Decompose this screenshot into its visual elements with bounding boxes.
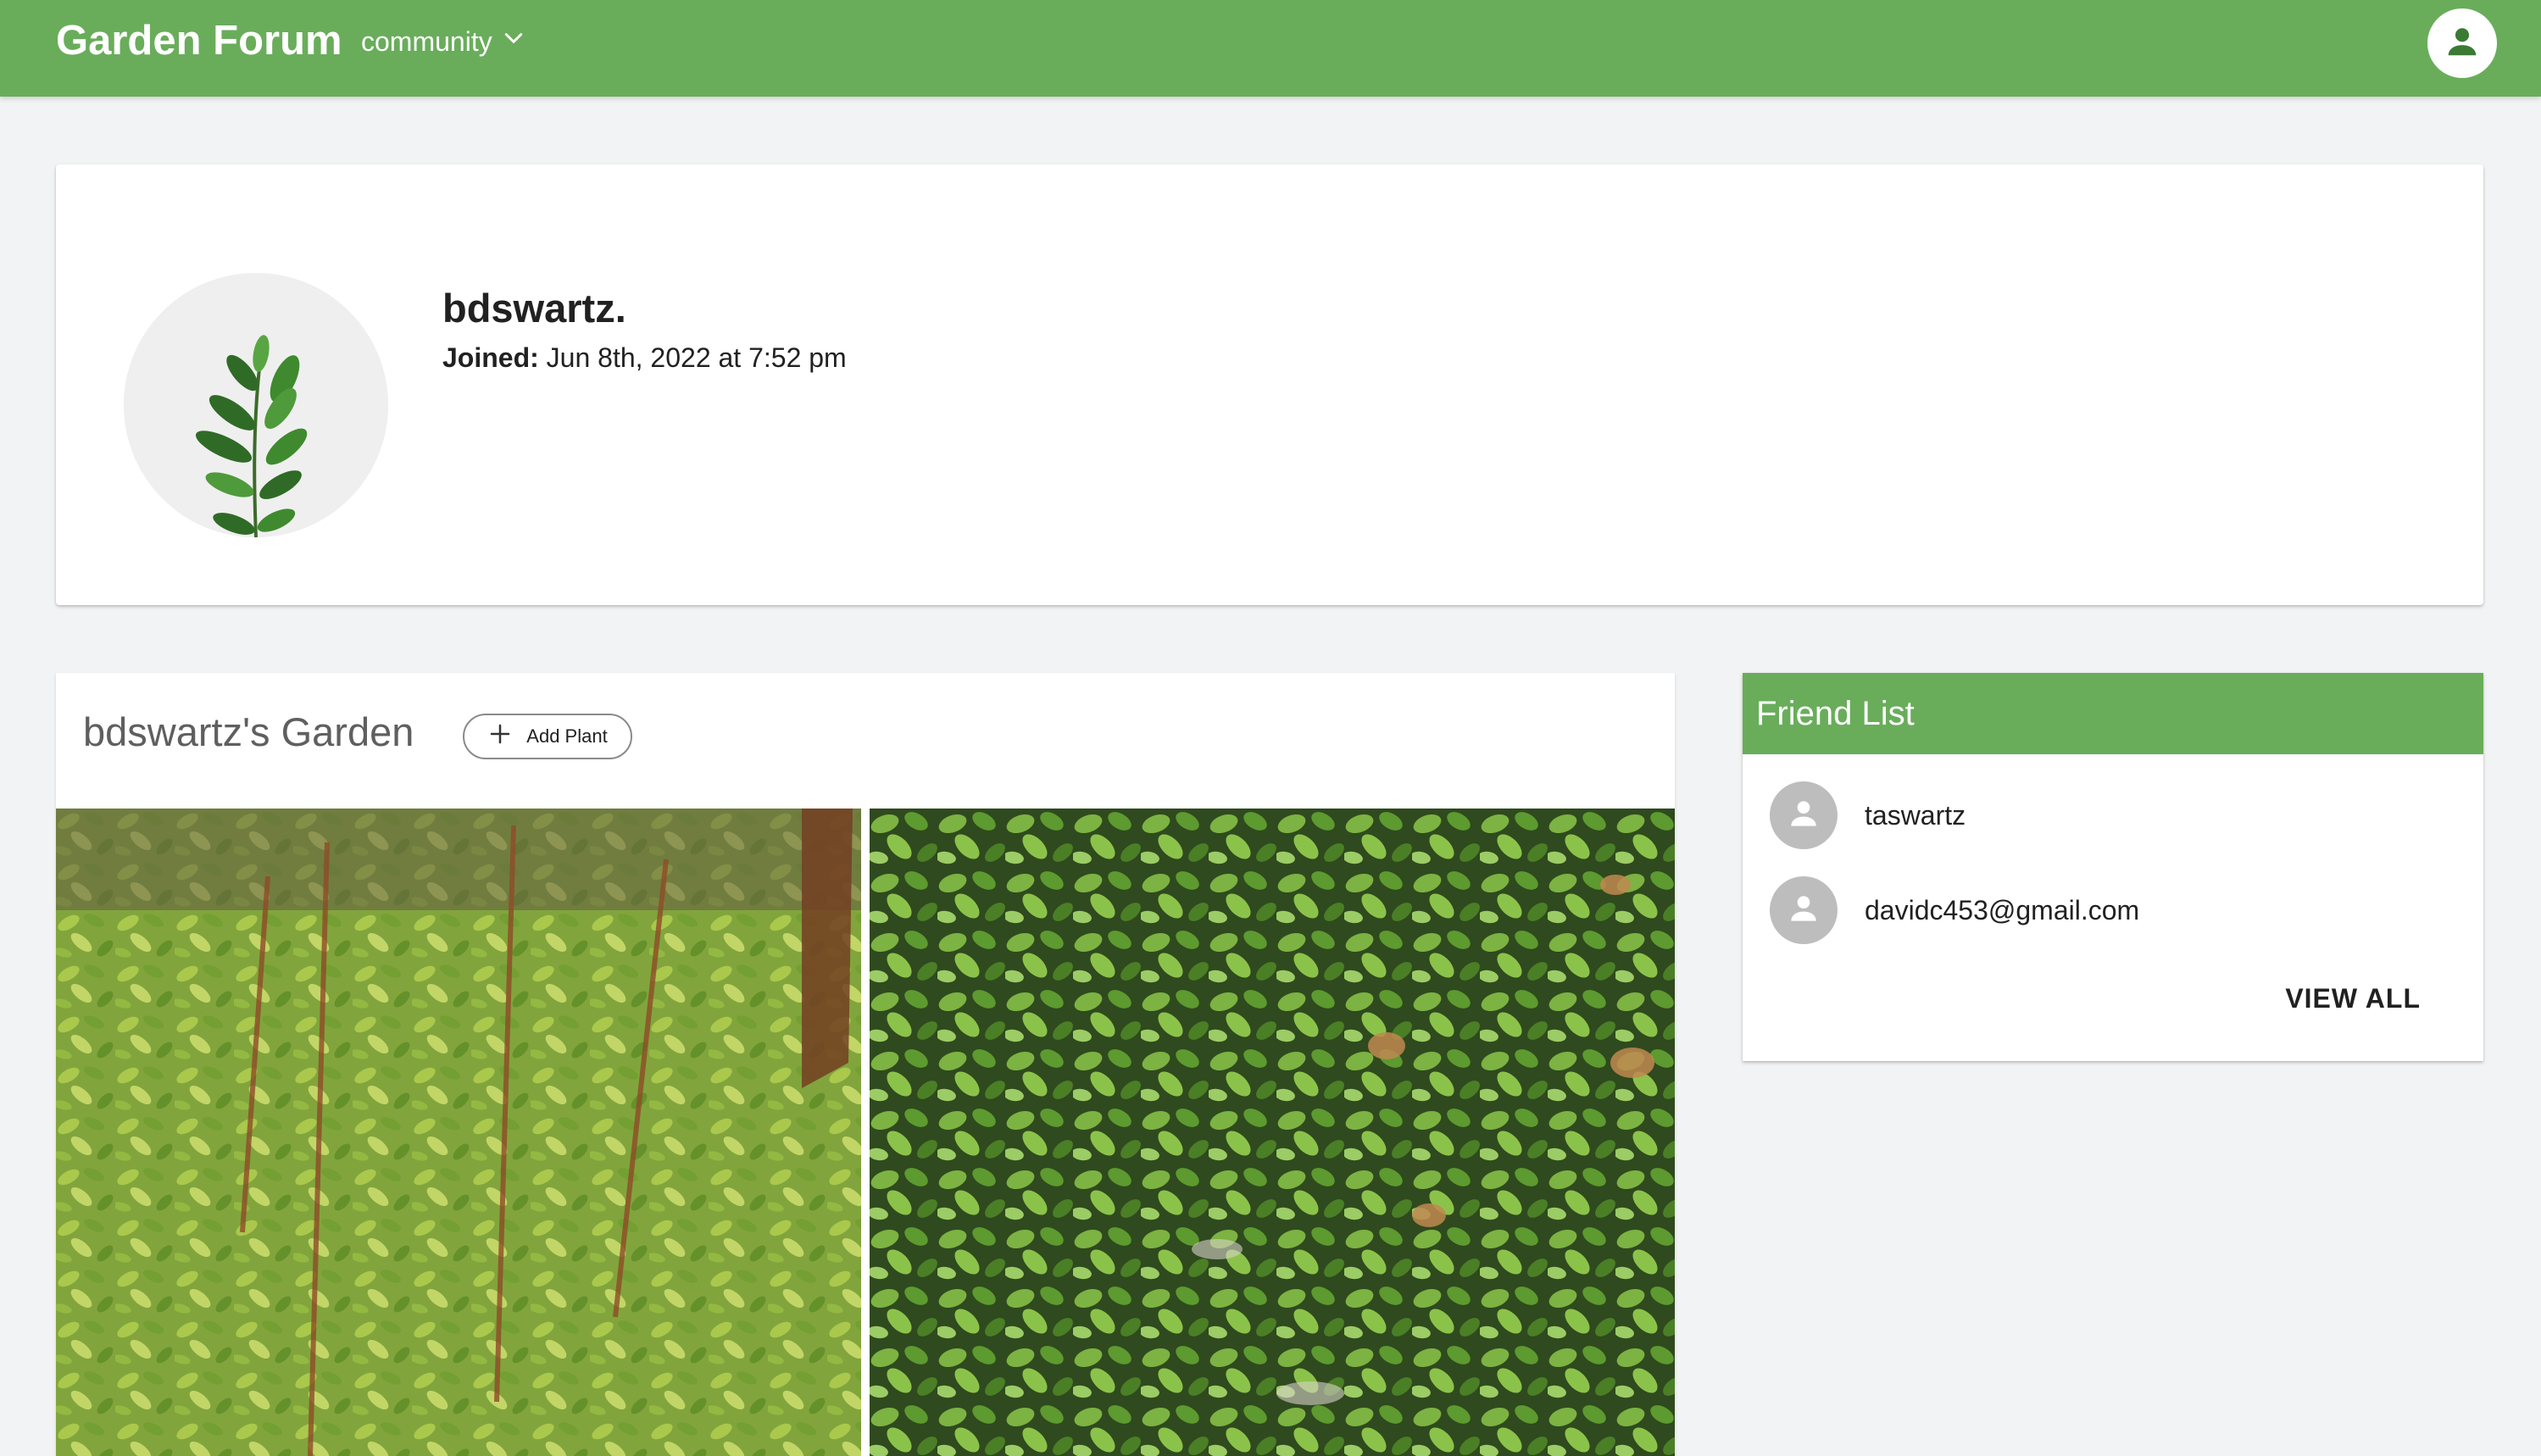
app-bar: Garden Forum community <box>0 0 2541 97</box>
plus-icon <box>487 721 513 752</box>
joined-date: Jun 8th, 2022 at 7:52 pm <box>538 342 847 373</box>
friend-name: davidc453@gmail.com <box>1865 894 2140 925</box>
add-plant-label: Add Plant <box>526 725 608 747</box>
view-all-button[interactable]: VIEW ALL <box>2285 980 2421 1017</box>
person-icon <box>1785 890 1822 931</box>
community-menu-label: community <box>361 26 492 57</box>
garden-card: bdswartz's Garden Add Plant <box>56 673 1675 1456</box>
profile-username: bdswartz. <box>442 286 626 331</box>
chevron-down-icon <box>501 24 526 59</box>
friend-list-header: Friend List <box>1743 673 2483 754</box>
account-button[interactable] <box>2427 8 2497 78</box>
profile-avatar <box>124 273 388 537</box>
friend-list-card: Friend List taswartz davidc453@gmail.com… <box>1743 673 2483 1061</box>
profile-joined: Joined: Jun 8th, 2022 at 7:52 pm <box>442 341 847 375</box>
shrub-photo-image <box>870 809 1675 1456</box>
account-icon <box>2443 22 2482 65</box>
brand-title[interactable]: Garden Forum <box>56 17 342 64</box>
friend-avatar <box>1770 781 1838 849</box>
profile-card: bdswartz. Joined: Jun 8th, 2022 at 7:52 … <box>56 164 2483 605</box>
person-icon <box>1785 795 1822 836</box>
community-menu[interactable]: community <box>361 24 526 59</box>
friend-item[interactable]: davidc453@gmail.com <box>1770 876 2448 944</box>
plant-photo[interactable] <box>870 809 1675 1456</box>
friend-item[interactable]: taswartz <box>1770 781 2448 849</box>
friend-avatar <box>1770 876 1838 944</box>
plant-sprig-image <box>124 273 388 537</box>
garden-title: bdswartz's Garden <box>83 709 414 754</box>
plant-photo[interactable] <box>56 809 861 1456</box>
joined-label: Joined: <box>442 342 539 373</box>
friend-name: taswartz <box>1865 799 1966 831</box>
add-plant-button[interactable]: Add Plant <box>463 714 632 759</box>
shrub-photo-image <box>56 809 861 1456</box>
